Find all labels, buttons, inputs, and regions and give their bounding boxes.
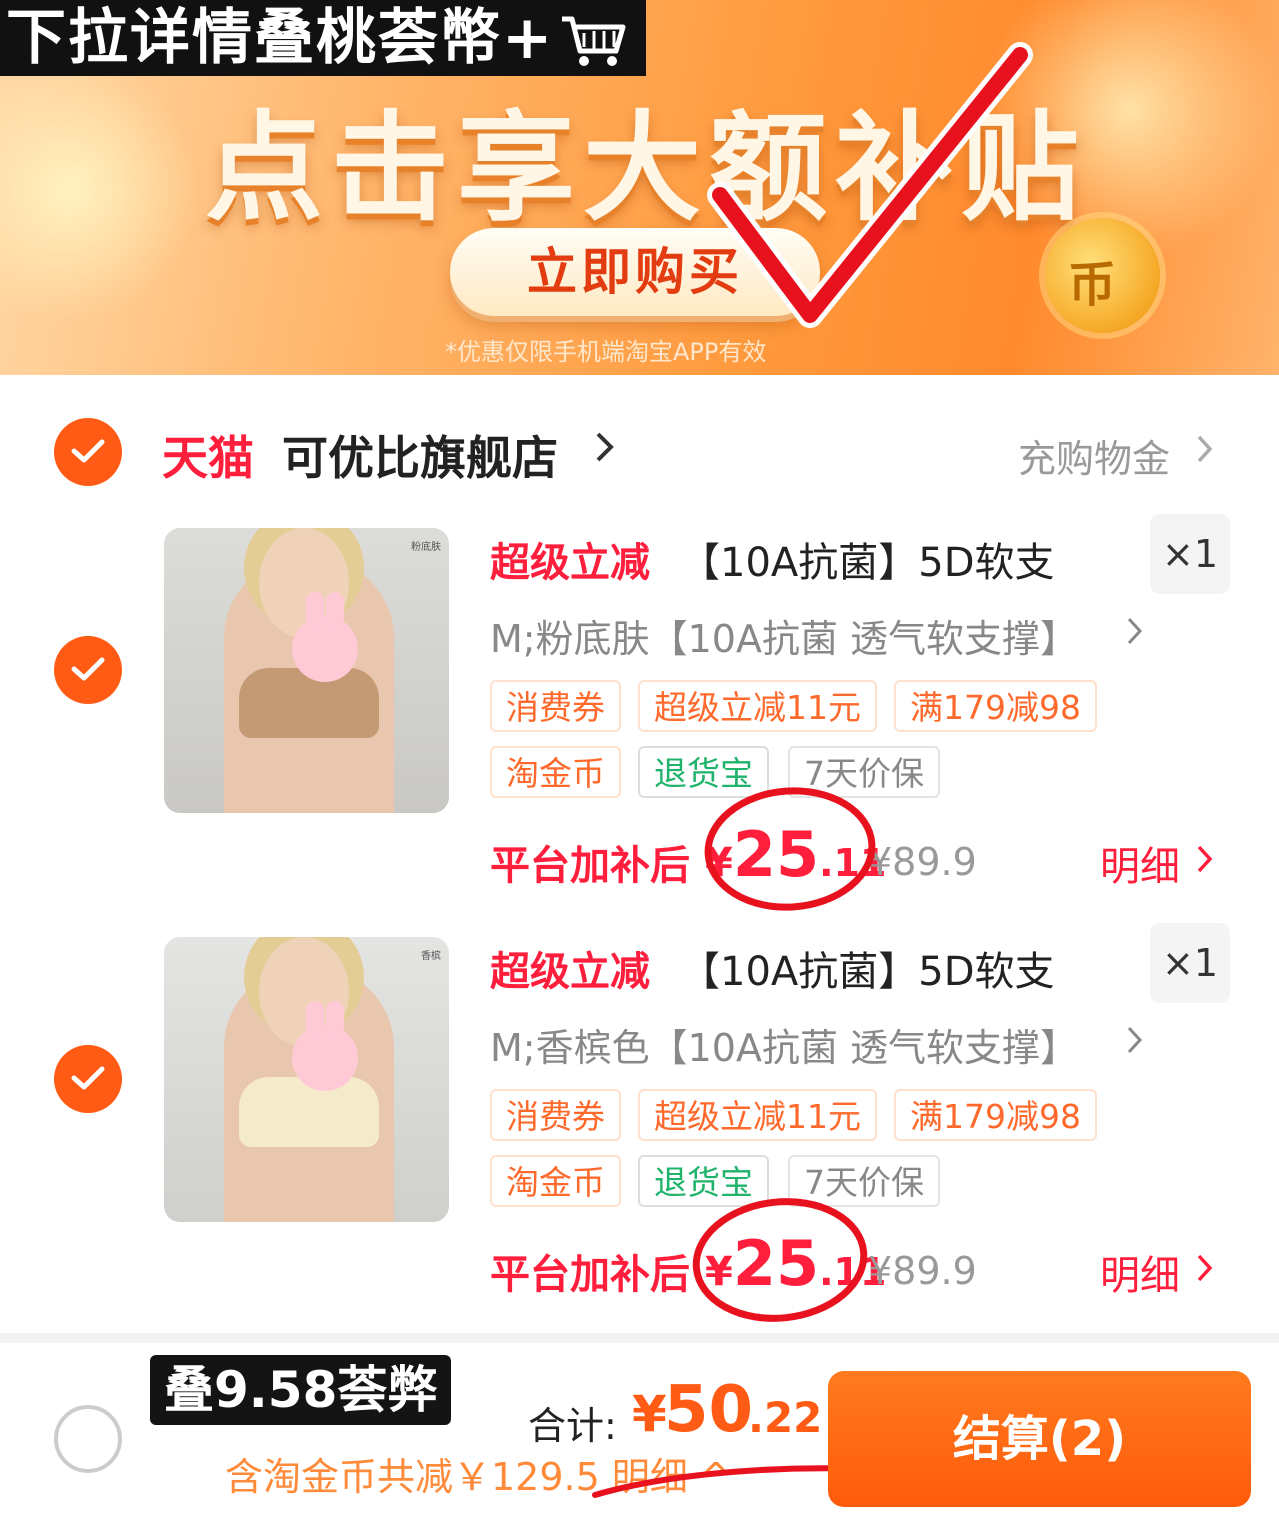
bunny-sticker-icon	[292, 1001, 358, 1091]
red-circle-annotation	[704, 787, 876, 911]
check-icon	[71, 1066, 105, 1090]
super-discount-label: 超级立减	[490, 540, 650, 586]
item-select-checkbox[interactable]	[54, 1045, 122, 1113]
total-currency: ¥	[632, 1385, 667, 1443]
promo-tag: 满179减98	[894, 680, 1097, 732]
discount-tag: 超级立减11元	[638, 1089, 877, 1141]
total-label: 合计:	[528, 1404, 617, 1448]
product-image-tag: 粉底肤	[411, 542, 441, 553]
tmall-label: 天猫	[162, 431, 254, 485]
product-image[interactable]: 粉底肤	[164, 528, 449, 813]
cart-item: 粉底肤 超级立减 【10A抗菌】5D软支 ×1 M;粉底肤【10A抗菌 透气软支…	[0, 514, 1279, 928]
original-price: ¥89.9	[868, 1249, 977, 1293]
red-circle-annotation	[692, 1198, 868, 1322]
taojinbi-tag: 淘金币	[490, 746, 621, 798]
checkout-bar: 叠9.58荟弊 合计: ¥ 50 .22 含淘金币共减￥129.5 明细 ^ 结…	[0, 1333, 1279, 1517]
shop-header: 天猫 可优比旗舰店 充购物金	[0, 400, 1279, 510]
shop-select-checkbox[interactable]	[54, 418, 122, 486]
item-select-checkbox[interactable]	[54, 636, 122, 704]
quantity-selector[interactable]: ×1	[1150, 514, 1230, 594]
chevron-right-icon[interactable]	[1195, 434, 1215, 464]
coupon-tag: 消费券	[490, 1089, 621, 1141]
sku-selector[interactable]: M;香槟色【10A抗菌 透气软支撑】	[490, 1017, 1078, 1072]
chevron-right-icon[interactable]	[1195, 844, 1215, 874]
super-discount-label: 超级立减	[490, 949, 650, 995]
red-checkmark-icon	[707, 42, 1033, 328]
caption-text: 下拉详情叠桃荟幣+	[6, 3, 555, 73]
product-title[interactable]: 【10A抗菌】5D软支	[680, 530, 1055, 588]
shopping-cart-icon	[562, 16, 626, 67]
sku-selector[interactable]: M;粉底肤【10A抗菌 透气软支撑】	[490, 608, 1078, 663]
chevron-right-icon[interactable]	[1195, 1253, 1215, 1283]
price-detail-link[interactable]: 明细	[1100, 1243, 1180, 1301]
product-title[interactable]: 【10A抗菌】5D软支	[680, 939, 1055, 997]
chevron-right-icon[interactable]	[1125, 1025, 1145, 1055]
product-image-tag: 香槟	[421, 951, 441, 962]
price-label: 平台加补后	[490, 843, 690, 889]
shopping-cash-link[interactable]: 充购物金	[1018, 428, 1170, 483]
price-detail-link[interactable]: 明细	[1100, 834, 1180, 892]
check-icon	[71, 439, 105, 463]
cart-item: 香槟 超级立减 【10A抗菌】5D软支 ×1 M;香槟色【10A抗菌 透气软支撑…	[0, 923, 1279, 1337]
price-label: 平台加补后	[490, 1252, 690, 1298]
promo-tag: 满179减98	[894, 1089, 1097, 1141]
stacked-coins-badge: 叠9.58荟弊	[150, 1355, 452, 1425]
coin-symbol: 币	[1068, 257, 1117, 313]
bunny-sticker-icon	[292, 592, 358, 682]
overlay-caption: 下拉详情叠桃荟幣+	[0, 0, 646, 76]
chevron-right-icon[interactable]	[1125, 616, 1145, 646]
quantity-selector[interactable]: ×1	[1150, 923, 1230, 1003]
original-price: ¥89.9	[868, 840, 977, 884]
discount-tag: 超级立减11元	[638, 680, 877, 732]
product-image[interactable]: 香槟	[164, 937, 449, 1222]
coupon-tag: 消费券	[490, 680, 621, 732]
taojinbi-tag: 淘金币	[490, 1155, 621, 1207]
shop-name-link[interactable]: 可优比旗舰店	[282, 422, 558, 488]
product-image-bra	[239, 668, 379, 738]
check-icon	[71, 657, 105, 681]
banner-glow	[0, 60, 200, 320]
product-image-bra	[239, 1077, 379, 1147]
total-decimal: .22	[748, 1393, 823, 1442]
chevron-right-icon[interactable]	[594, 430, 616, 464]
checkout-button[interactable]: 结算(2)	[828, 1371, 1251, 1507]
select-all-checkbox[interactable]	[54, 1405, 122, 1473]
total-integer: 50	[664, 1373, 754, 1447]
